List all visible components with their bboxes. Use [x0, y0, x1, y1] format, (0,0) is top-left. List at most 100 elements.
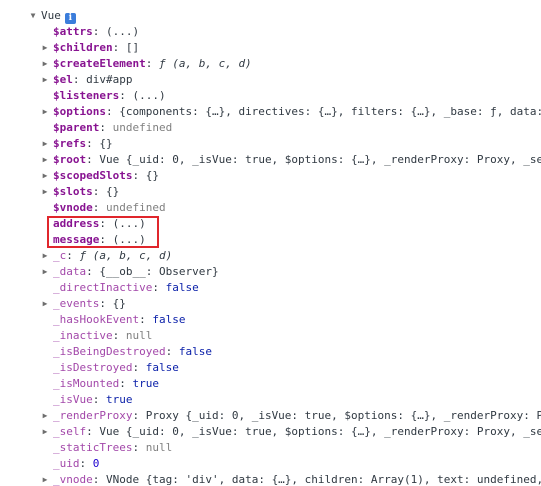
property-key: $vnode	[53, 201, 93, 214]
property-value: false	[152, 313, 186, 326]
root-label: Vue	[41, 9, 61, 22]
key-separator: :	[105, 105, 120, 118]
property-key: _directInactive	[53, 281, 153, 294]
key-separator: :	[112, 329, 126, 342]
property-key: _isVue	[53, 393, 93, 406]
triangle-right-icon[interactable]: ▶	[40, 168, 50, 184]
lazy-getter-value[interactable]: (...)	[132, 89, 165, 102]
triangle-right-icon[interactable]: ▶	[40, 472, 50, 486]
property-value: false	[145, 361, 179, 374]
property-value: undefined	[112, 121, 173, 134]
key-separator: :	[66, 249, 80, 262]
property-key: $refs	[53, 137, 87, 150]
key-separator: :	[132, 409, 146, 422]
triangle-right-icon[interactable]: ▶	[40, 40, 50, 56]
property-key: $slots	[53, 185, 93, 198]
property-value: {}	[145, 169, 159, 182]
triangle-right-icon[interactable]: ▶	[40, 72, 50, 88]
object-tree: ▼ Vue i $attrs: (...) ▶ $children: [] ▶ $crea…	[0, 0, 541, 486]
property-value: null	[125, 329, 153, 342]
triangle-right-icon[interactable]: ▶	[40, 248, 50, 264]
triangle-right-icon[interactable]: ▶	[40, 424, 50, 440]
triangle-right-icon[interactable]: ▶	[40, 296, 50, 312]
property-value: false	[178, 345, 212, 358]
property-key: _inactive	[53, 329, 113, 342]
key-separator: :	[99, 121, 113, 134]
property-key: $el	[53, 73, 73, 86]
triangle-right-icon[interactable]: ▶	[40, 136, 50, 152]
key-separator: :	[86, 265, 100, 278]
lazy-getter-value[interactable]: (...)	[113, 217, 146, 230]
key-separator: :	[132, 169, 146, 182]
key-separator: :	[86, 137, 100, 150]
key-separator: :	[132, 441, 146, 454]
property-key: _data	[53, 265, 87, 278]
property-key: $listeners	[53, 89, 120, 102]
property-value: false	[165, 281, 199, 294]
triangle-right-icon[interactable]: ▶	[40, 264, 50, 280]
property-value: ƒ (a, b, c, d)	[158, 57, 252, 70]
property-key: _isBeingDestroyed	[53, 345, 166, 358]
property-key: address	[53, 217, 100, 230]
property-key: $root	[53, 153, 87, 166]
property-key: _c	[53, 249, 67, 262]
property-value: null	[145, 441, 173, 454]
triangle-right-icon[interactable]: ▶	[40, 56, 50, 72]
key-separator: :	[152, 281, 166, 294]
key-separator: :	[92, 393, 106, 406]
property-key: _uid	[53, 457, 80, 470]
key-separator: :	[72, 73, 87, 86]
property-key: _renderProxy	[53, 409, 133, 422]
property-value: Proxy {_uid: 0, _isVue: true, $options: …	[145, 409, 541, 422]
property-value: {}	[99, 137, 113, 150]
property-value: div#app	[86, 73, 133, 86]
key-separator: :	[132, 361, 146, 374]
triangle-right-icon[interactable]: ▶	[40, 152, 50, 168]
property-value: true	[132, 377, 159, 390]
property-key: _hasHookEvent	[53, 313, 140, 326]
property-key: _isMounted	[53, 377, 120, 390]
property-value: []	[125, 41, 140, 54]
key-separator: :	[139, 313, 153, 326]
triangle-right-icon[interactable]: ▶	[40, 184, 50, 200]
property-key: _events	[53, 297, 100, 310]
property-value: {__ob__: Observer}	[99, 265, 219, 278]
triangle-down-icon[interactable]: ▼	[28, 8, 38, 24]
property-key: _vnode	[53, 473, 93, 486]
property-value: 0	[92, 457, 100, 470]
key-separator: :	[92, 201, 106, 214]
property-key: $scopedSlots	[53, 169, 133, 182]
property-key: _self	[53, 425, 87, 438]
key-separator: :	[99, 217, 113, 230]
key-separator: :	[112, 41, 126, 54]
triangle-right-icon[interactable]: ▶	[40, 408, 50, 424]
lazy-getter-value[interactable]: (...)	[113, 233, 146, 246]
key-separator: :	[92, 25, 106, 38]
info-icon[interactable]: i	[64, 13, 76, 24]
property-value: {}	[112, 297, 126, 310]
property-value: ƒ (a, b, c, d)	[79, 249, 173, 262]
key-separator: :	[99, 297, 113, 310]
property-value: {components: {…}, directives: {…}, filte…	[119, 105, 541, 118]
key-separator: :	[99, 233, 113, 246]
key-separator: :	[92, 185, 106, 198]
key-separator: :	[79, 457, 93, 470]
property-value: true	[106, 393, 133, 406]
property-key: message	[53, 233, 100, 246]
property-key: $parent	[53, 121, 100, 134]
key-separator: :	[86, 153, 100, 166]
key-separator: :	[119, 377, 133, 390]
key-separator: :	[145, 57, 159, 70]
property-value: undefined	[106, 201, 166, 214]
key-separator: :	[165, 345, 179, 358]
key-separator: :	[92, 473, 106, 486]
property-key: $createElement	[53, 57, 146, 70]
key-separator: :	[86, 425, 100, 438]
property-value: {}	[106, 185, 120, 198]
key-separator: :	[119, 89, 133, 102]
property-key: $options	[53, 105, 106, 118]
triangle-right-icon[interactable]: ▶	[40, 104, 50, 120]
property-key: $children	[53, 41, 113, 54]
lazy-getter-value[interactable]: (...)	[106, 25, 139, 38]
property-value: VNode {tag: 'div', data: {…}, children: …	[106, 473, 541, 486]
